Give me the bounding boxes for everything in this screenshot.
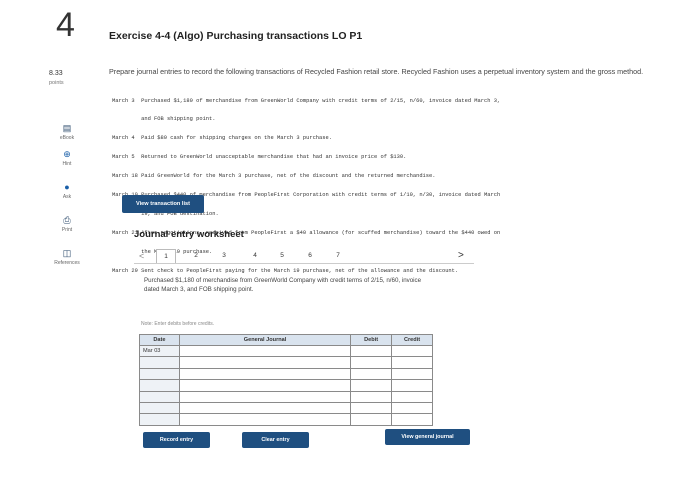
- hint-label: Hint: [62, 161, 72, 167]
- debit-cell[interactable]: [350, 390, 393, 403]
- ask-label: Ask: [62, 194, 72, 200]
- transaction-line: March 4 Paid $80 cash for shipping charg…: [112, 135, 332, 142]
- date-cell[interactable]: [139, 413, 180, 426]
- account-cell[interactable]: [178, 379, 352, 392]
- journal-row: [139, 413, 433, 426]
- transaction-line: March 18 Paid GreenWorld for the March 3…: [112, 173, 436, 180]
- journal-row: Mar 03: [139, 344, 433, 358]
- date-cell[interactable]: [139, 356, 180, 369]
- transaction-line: March 5 Returned to GreenWorld unaccepta…: [112, 154, 407, 161]
- journal-row: [139, 379, 433, 392]
- view-general-journal-button[interactable]: View general journal: [385, 429, 470, 445]
- date-cell[interactable]: [139, 401, 180, 415]
- credit-cell[interactable]: [391, 344, 433, 358]
- prev-page-button[interactable]: <: [139, 251, 144, 261]
- debit-header: Debit: [350, 334, 393, 346]
- hint-icon: ⊕: [63, 149, 71, 159]
- account-cell[interactable]: [178, 344, 352, 358]
- page-tab-2[interactable]: 2: [190, 252, 202, 259]
- ask-icon: ●: [64, 182, 70, 192]
- journal-row: [139, 390, 433, 403]
- page-tab-6[interactable]: 6: [304, 252, 316, 259]
- page-tab-7[interactable]: 7: [332, 252, 344, 259]
- hint-tool[interactable]: ⊕ Hint: [52, 149, 82, 167]
- view-transaction-list-button[interactable]: View transaction list: [122, 195, 204, 213]
- journal-header-row: Date General Journal Debit Credit: [139, 334, 433, 346]
- page-tab-4[interactable]: 4: [249, 252, 261, 259]
- references-tool[interactable]: ◫ References: [52, 248, 82, 266]
- page-tab-5[interactable]: 5: [276, 252, 288, 259]
- journal-row: [139, 367, 433, 381]
- date-header: Date: [139, 334, 180, 346]
- account-cell[interactable]: [178, 356, 352, 369]
- debit-cell[interactable]: [350, 413, 393, 426]
- clear-entry-button[interactable]: Clear entry: [242, 432, 309, 448]
- debit-cell[interactable]: [350, 356, 393, 369]
- references-label: References: [54, 260, 80, 266]
- account-cell[interactable]: [178, 390, 352, 403]
- references-icon: ◫: [62, 248, 72, 258]
- points-value: 8.33: [49, 70, 63, 77]
- journal-table: Date General Journal Debit Credit Mar 03: [139, 334, 433, 426]
- print-tool[interactable]: ⎙ Print: [52, 215, 82, 233]
- transaction-line: March 3 Purchased $1,180 of merchandise …: [112, 97, 501, 104]
- credit-cell[interactable]: [391, 413, 433, 426]
- account-cell[interactable]: [178, 401, 352, 415]
- pager-divider: [134, 263, 474, 264]
- question-number: 4: [56, 6, 75, 44]
- ask-tool[interactable]: ● Ask: [52, 182, 82, 200]
- book-icon: ▤: [62, 123, 72, 133]
- points-label: points: [49, 80, 64, 86]
- transaction-line: and FOB shipping point.: [112, 116, 216, 123]
- print-icon: ⎙: [63, 215, 71, 225]
- journal-row: [139, 356, 433, 369]
- next-page-button[interactable]: >: [458, 250, 464, 261]
- print-label: Print: [61, 227, 73, 233]
- journal-row: [139, 401, 433, 415]
- task-description: Purchased $1,180 of merchandise from Gre…: [144, 277, 422, 293]
- page-tab-1[interactable]: 1: [156, 249, 176, 263]
- ebook-label: eBook: [59, 135, 75, 141]
- ebook-tool[interactable]: ▤ eBook: [52, 123, 82, 141]
- debit-credit-note: Note: Enter debits before credits.: [141, 321, 215, 327]
- date-cell[interactable]: [139, 379, 180, 392]
- credit-cell[interactable]: [391, 379, 433, 392]
- worksheet-title: Journal entry worksheet: [134, 229, 244, 240]
- account-cell[interactable]: [178, 367, 352, 381]
- debit-cell[interactable]: [350, 379, 393, 392]
- debit-cell[interactable]: [350, 344, 393, 358]
- worksheet-pager: < 1 2 3 4 5 6 7 >: [139, 249, 469, 264]
- date-cell[interactable]: [139, 367, 180, 381]
- date-cell[interactable]: [139, 390, 180, 403]
- credit-cell[interactable]: [391, 356, 433, 369]
- debit-cell[interactable]: [350, 367, 393, 381]
- account-cell[interactable]: [178, 413, 352, 426]
- general-journal-header: General Journal: [178, 334, 352, 346]
- exercise-title: Exercise 4-4 (Algo) Purchasing transacti…: [109, 30, 363, 42]
- transaction-line: March 29 Sent check to PeopleFirst payin…: [112, 267, 459, 274]
- date-cell[interactable]: Mar 03: [139, 344, 180, 358]
- credit-cell[interactable]: [391, 367, 433, 381]
- instructions: Prepare journal entries to record the fo…: [109, 67, 644, 76]
- page-tab-3[interactable]: 3: [218, 252, 230, 259]
- credit-cell[interactable]: [391, 401, 433, 415]
- debit-cell[interactable]: [350, 401, 393, 415]
- credit-header: Credit: [391, 334, 433, 346]
- record-entry-button[interactable]: Record entry: [143, 432, 210, 448]
- credit-cell[interactable]: [391, 390, 433, 403]
